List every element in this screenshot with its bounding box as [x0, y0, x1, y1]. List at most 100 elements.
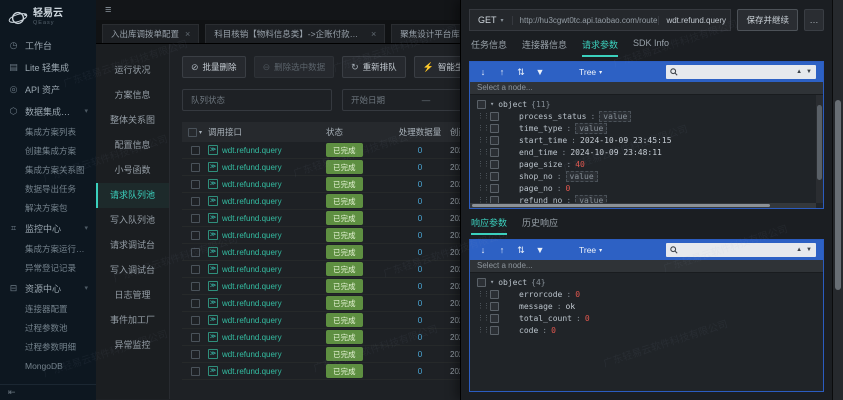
- node-menu-button[interactable]: [477, 100, 486, 109]
- mode-select[interactable]: Tree ▾: [579, 67, 602, 77]
- sidebar-collapse[interactable]: ⇤: [0, 384, 96, 400]
- api-name[interactable]: wdt.refund.query: [222, 248, 282, 257]
- sidebar-item[interactable]: 创建集成方案: [0, 141, 96, 160]
- collapse-all-icon[interactable]: ↑: [496, 68, 508, 77]
- drag-handle-icon[interactable]: ⋮⋮: [477, 184, 486, 192]
- field-name[interactable]: errorcode: [519, 290, 562, 299]
- node-menu-button[interactable]: [490, 136, 499, 145]
- node-menu-button[interactable]: [490, 184, 499, 193]
- node-menu-button[interactable]: [490, 326, 499, 335]
- page-scrollbar-thumb[interactable]: [835, 100, 841, 290]
- sidebar-item[interactable]: ⌗监控中心▾: [0, 217, 96, 239]
- solution-menu-item[interactable]: 配置信息: [96, 133, 169, 158]
- chevron-down-icon[interactable]: ▾: [199, 129, 202, 136]
- toolbar-button[interactable]: ↻重新排队: [342, 56, 406, 78]
- node-menu-button[interactable]: [490, 148, 499, 157]
- node-menu-button[interactable]: [477, 278, 486, 287]
- toolbar-button[interactable]: ⊘批量删除: [182, 56, 246, 78]
- api-name[interactable]: wdt.refund.query: [222, 367, 282, 376]
- solution-menu-item[interactable]: 请求调试台: [96, 233, 169, 258]
- sidebar-item[interactable]: 连接器配置: [0, 299, 96, 318]
- expand-all-icon[interactable]: ↓: [477, 246, 489, 255]
- request-url[interactable]: http://hu3cgwt0tc.api.taobao.com/route: [512, 16, 659, 25]
- row-checkbox[interactable]: [191, 350, 200, 359]
- drag-handle-icon[interactable]: ⋮⋮: [477, 302, 486, 310]
- field-value[interactable]: 2024-10-09 23:48:11: [570, 148, 662, 157]
- field-value[interactable]: 2024-10-09 23:45:15: [580, 136, 672, 145]
- row-checkbox[interactable]: [191, 265, 200, 274]
- drag-handle-icon[interactable]: ⋮⋮: [477, 148, 486, 156]
- method-select[interactable]: GET ▾: [470, 15, 512, 25]
- sidebar-item[interactable]: ◎API 资产: [0, 78, 96, 100]
- row-checkbox[interactable]: [191, 333, 200, 342]
- node-menu-button[interactable]: [490, 172, 499, 181]
- field-value[interactable]: 0: [551, 326, 556, 335]
- filter-icon[interactable]: ▼: [534, 68, 546, 77]
- tree-horizontal-scrollbar-thumb[interactable]: [472, 204, 770, 207]
- api-name[interactable]: wdt.refund.query: [222, 214, 282, 223]
- api-name[interactable]: wdt.refund.query: [222, 231, 282, 240]
- sidebar-item[interactable]: ◷工作台: [0, 34, 96, 56]
- search-next-icon[interactable]: ▼: [806, 69, 812, 75]
- row-checkbox[interactable]: [191, 163, 200, 172]
- filter-icon[interactable]: ▼: [534, 246, 546, 255]
- sidebar-item[interactable]: MongoDB: [0, 356, 96, 375]
- field-value[interactable]: 40: [575, 160, 585, 169]
- solution-menu-item[interactable]: 日志管理: [96, 283, 169, 308]
- solution-menu-item[interactable]: 写入队列池: [96, 208, 169, 233]
- sidebar-item[interactable]: ▤Lite 轻集成: [0, 56, 96, 78]
- sort-icon[interactable]: ⇅: [515, 68, 527, 77]
- row-checkbox[interactable]: [191, 197, 200, 206]
- queue-status-select[interactable]: 队列状态: [182, 89, 332, 111]
- node-menu-button[interactable]: [490, 314, 499, 323]
- api-name[interactable]: wdt.refund.query: [222, 180, 282, 189]
- api-name[interactable]: wdt.refund.query: [222, 350, 282, 359]
- field-name[interactable]: time_type: [519, 124, 562, 133]
- sidebar-item[interactable]: 过程参数明细: [0, 337, 96, 356]
- field-value[interactable]: 0: [575, 290, 580, 299]
- node-menu-button[interactable]: [490, 160, 499, 169]
- api-name[interactable]: wdt.refund.query: [222, 333, 282, 342]
- api-name[interactable]: wdt.refund.query: [222, 282, 282, 291]
- sidebar-item[interactable]: 集成方案列表: [0, 122, 96, 141]
- solution-menu-item[interactable]: 写入调试台: [96, 258, 169, 283]
- collapse-all-icon[interactable]: ↑: [496, 246, 508, 255]
- open-tab[interactable]: 入出库调拨单配置×: [102, 24, 199, 43]
- close-icon[interactable]: ×: [185, 29, 190, 39]
- field-value[interactable]: 0: [566, 184, 571, 193]
- solution-menu-item[interactable]: 异常监控: [96, 333, 169, 358]
- drawer-tab[interactable]: 任务信息: [471, 38, 507, 57]
- field-name[interactable]: page_no: [519, 184, 553, 193]
- sidebar-item[interactable]: 异常登记记录: [0, 258, 96, 277]
- solution-menu-item[interactable]: 小号函数: [96, 158, 169, 183]
- search-prev-icon[interactable]: ▲: [796, 69, 802, 75]
- field-value[interactable]: value: [599, 111, 631, 122]
- search-prev-icon[interactable]: ▲: [796, 247, 802, 253]
- solution-menu-item[interactable]: 运行状况: [96, 58, 169, 83]
- api-name[interactable]: wdt.refund.query: [222, 299, 282, 308]
- drag-handle-icon[interactable]: ⋮⋮: [477, 160, 486, 168]
- field-name[interactable]: message: [519, 302, 553, 311]
- row-checkbox[interactable]: [191, 248, 200, 257]
- json-search-input[interactable]: [682, 245, 792, 256]
- request-path[interactable]: wdt.refund.query: [658, 16, 730, 25]
- row-checkbox[interactable]: [191, 214, 200, 223]
- node-menu-button[interactable]: [490, 112, 499, 121]
- mode-select[interactable]: Tree ▾: [579, 245, 602, 255]
- row-checkbox[interactable]: [191, 299, 200, 308]
- drag-handle-icon[interactable]: ⋮⋮: [477, 326, 486, 334]
- row-checkbox[interactable]: [191, 316, 200, 325]
- drag-handle-icon[interactable]: ⋮⋮: [477, 314, 486, 322]
- json-search-input[interactable]: [682, 67, 792, 78]
- close-icon[interactable]: ×: [371, 29, 376, 39]
- node-menu-button[interactable]: [490, 290, 499, 299]
- field-name[interactable]: end_time: [519, 148, 558, 157]
- row-checkbox[interactable]: [191, 180, 200, 189]
- sidebar-item[interactable]: ⬡数据集成方案▾: [0, 100, 96, 122]
- more-button[interactable]: …: [804, 9, 824, 31]
- api-name[interactable]: wdt.refund.query: [222, 265, 282, 274]
- collapse-node-icon[interactable]: ▾: [490, 278, 494, 286]
- open-tab[interactable]: 科目核销【物料信息类】->企账付款单【用友】×: [205, 24, 385, 43]
- solution-menu-item[interactable]: 整体关系图: [96, 108, 169, 133]
- node-breadcrumb[interactable]: Select a node...: [470, 260, 823, 273]
